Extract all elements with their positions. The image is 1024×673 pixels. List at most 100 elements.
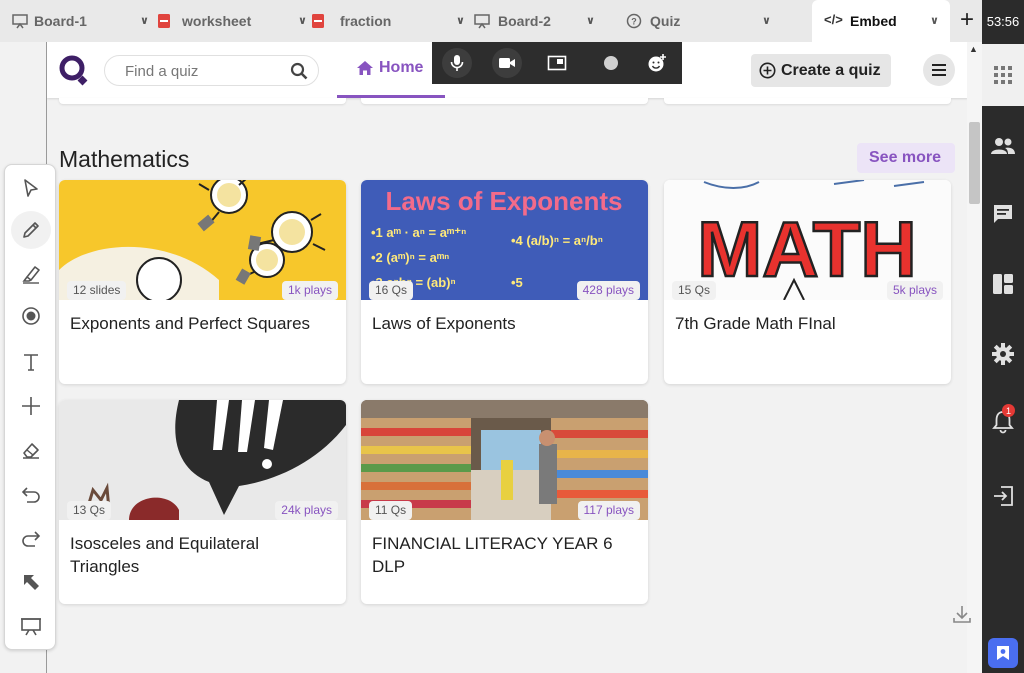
exit-button[interactable] [982, 478, 1024, 514]
cursor-icon [24, 179, 38, 197]
app-logo-icon[interactable] [988, 638, 1018, 668]
settings-button[interactable] [982, 336, 1024, 372]
pointer-tool[interactable] [11, 563, 51, 601]
thumb-rule: •4 (a/b)ⁿ = aⁿ/bⁿ [511, 233, 603, 248]
embedded-page: Find a quiz Home Create a quiz Mathemati… [46, 42, 967, 673]
undo-tool[interactable] [11, 475, 51, 513]
plays-count-badge: 1k plays [281, 281, 338, 300]
thumb-rule: •2 (aᵐ)ⁿ = aᵐⁿ [371, 250, 449, 265]
download-button[interactable] [948, 600, 976, 628]
chat-icon [994, 205, 1012, 223]
record-button[interactable] [596, 48, 626, 78]
quiz-title: Laws of Exponents [372, 314, 516, 333]
quiz-card[interactable]: 11 Qs 117 plays FINANCIAL LITERACY YEAR … [361, 400, 648, 604]
tab-label: fraction [340, 13, 392, 29]
apps-button[interactable] [982, 44, 1024, 106]
gear-icon [992, 343, 1014, 365]
new-tab-icon[interactable]: + [960, 8, 974, 32]
laser-tool[interactable] [11, 297, 51, 335]
present-tool[interactable] [11, 607, 51, 645]
presentation-icon [21, 618, 41, 636]
quiz-card[interactable]: 12 slides 1k plays Exponents and Perfect… [59, 180, 346, 384]
screen-share-button[interactable] [542, 48, 572, 78]
see-more-button[interactable]: See more [857, 143, 955, 173]
notifications-button[interactable]: 1 [982, 404, 1024, 440]
scroll-thumb[interactable] [969, 122, 980, 204]
microphone-button[interactable] [442, 48, 472, 78]
right-sidebar: 53:56 1 [982, 0, 1024, 673]
create-quiz-label: Create a quiz [781, 62, 881, 79]
chevron-down-icon[interactable]: ∨ [762, 14, 771, 27]
section-title: Mathematics [59, 146, 190, 172]
eraser-icon [23, 443, 39, 459]
question-count-badge: 13 Qs [67, 501, 112, 520]
arrow-up-left-icon [24, 575, 39, 590]
svg-text:?: ? [631, 17, 637, 27]
previous-row-cards [59, 98, 951, 104]
layout-button[interactable] [982, 266, 1024, 302]
tab-fraction[interactable]: fraction ∨ [312, 0, 474, 42]
undo-icon [21, 487, 40, 503]
chevron-down-icon[interactable]: ∨ [586, 14, 595, 27]
notification-badge: 1 [1002, 404, 1015, 417]
search-input[interactable]: Find a quiz [104, 55, 319, 86]
reaction-button[interactable] [642, 48, 672, 78]
tab-label: worksheet [182, 13, 252, 29]
quiz-card[interactable]: 13 Qs 24k plays Isosceles and Equilatera… [59, 400, 346, 604]
pdf-icon [312, 14, 324, 28]
pen-tool[interactable] [11, 211, 51, 249]
tab-label: Embed [850, 13, 897, 29]
browser-tab-bar: Board-1 ∨ worksheet ∨ fraction ∨ Board-2… [0, 0, 982, 42]
record-icon [604, 56, 618, 70]
menu-button[interactable] [923, 54, 955, 86]
question-count-badge: 16 Qs [369, 281, 414, 300]
add-tool[interactable] [11, 387, 51, 425]
hamburger-icon [932, 64, 946, 76]
camera-icon [499, 58, 515, 68]
tab-worksheet[interactable]: worksheet ∨ [158, 0, 316, 42]
thumb-word: MATH [697, 205, 917, 293]
chat-button[interactable] [982, 196, 1024, 232]
chevron-down-icon[interactable]: ∨ [456, 14, 465, 27]
board-icon [12, 14, 28, 29]
media-controls [432, 42, 682, 84]
tab-board-2[interactable]: Board-2 ∨ [474, 0, 632, 42]
chevron-down-icon[interactable]: ∨ [140, 14, 149, 27]
plays-count-badge: 24k plays [275, 501, 338, 520]
tab-board-1[interactable]: Board-1 ∨ [0, 0, 158, 42]
page-scrollbar[interactable]: ▲ [967, 42, 982, 673]
create-quiz-button[interactable]: Create a quiz [751, 54, 891, 87]
thumb-rule: •1 aᵐ · aⁿ = aᵐ⁺ⁿ [371, 225, 466, 240]
pencil-icon [23, 222, 39, 238]
scroll-up-icon[interactable]: ▲ [969, 44, 978, 54]
chevron-down-icon[interactable]: ∨ [298, 14, 307, 27]
highlighter-tool[interactable] [11, 255, 51, 293]
search-icon[interactable] [290, 62, 308, 80]
select-tool[interactable] [11, 169, 51, 207]
microphone-icon [450, 55, 464, 71]
text-icon [24, 354, 38, 371]
quiz-card[interactable]: MATH 15 Qs 5k plays 7th Grade Math FInal [664, 180, 951, 384]
tab-label: Quiz [650, 13, 681, 29]
chevron-down-icon[interactable]: ∨ [930, 14, 939, 27]
tab-quiz[interactable]: ? Quiz ∨ [626, 0, 812, 42]
tab-label: Board-1 [34, 13, 87, 29]
search-placeholder: Find a quiz [125, 63, 199, 80]
eraser-tool[interactable] [11, 431, 51, 469]
emoji-add-icon [648, 54, 666, 72]
home-link[interactable]: Home [337, 42, 445, 98]
participants-button[interactable] [982, 128, 1024, 164]
tab-embed[interactable]: </> Embed ∨ [812, 0, 950, 42]
redo-tool[interactable] [11, 519, 51, 557]
quiz-title: Exponents and Perfect Squares [70, 314, 311, 333]
download-icon [953, 606, 971, 623]
code-icon: </> [824, 12, 843, 27]
camera-button[interactable] [492, 48, 522, 78]
quizizz-logo-icon[interactable] [58, 54, 88, 86]
help-icon: ? [626, 13, 642, 29]
text-tool[interactable] [11, 343, 51, 381]
plus-icon [22, 397, 40, 415]
exit-icon [994, 486, 1013, 506]
home-label: Home [379, 59, 424, 76]
quiz-card[interactable]: Laws of Exponents •1 aᵐ · aⁿ = aᵐ⁺ⁿ •2 (… [361, 180, 648, 384]
